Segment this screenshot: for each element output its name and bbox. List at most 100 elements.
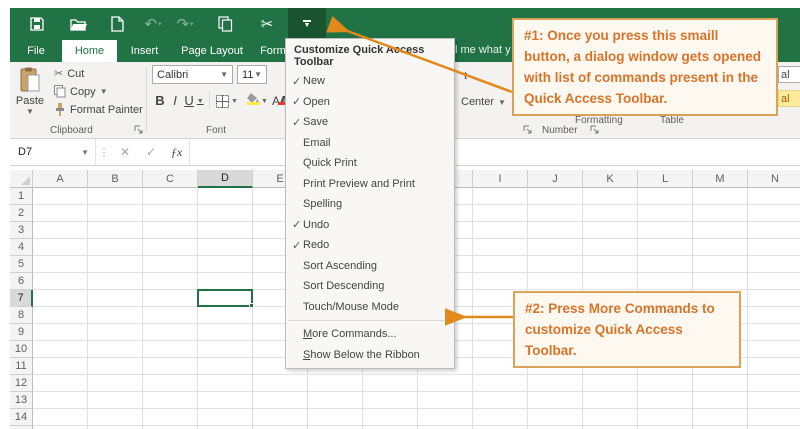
cell-N14[interactable] [748,409,800,426]
cell-K5[interactable] [583,256,638,273]
merge-center-dropdown-icon[interactable]: ▼ [498,98,506,107]
row-header-9[interactable]: 9 [10,324,33,341]
cell-A5[interactable] [33,256,88,273]
cell-N11[interactable] [748,358,800,375]
cut-button[interactable]: ✂ Cut [54,67,84,81]
cell-J5[interactable] [528,256,583,273]
cell-B10[interactable] [88,341,143,358]
row-header-2[interactable]: 2 [10,205,33,222]
cell-N10[interactable] [748,341,800,358]
column-header-L[interactable]: L [638,170,693,188]
merge-center-fragment[interactable]: Center ▼ [461,96,506,108]
menu-item-more-commands[interactable]: More Commands... [286,324,454,345]
copy-dropdown-icon[interactable]: ▼ [100,87,108,96]
column-header-A[interactable]: A [33,170,88,188]
menu-item-spelling[interactable]: Spelling [286,194,454,215]
formula-bar-resizer[interactable]: ⋮ [96,139,112,165]
cell-N13[interactable] [748,392,800,409]
name-box-dropdown-icon[interactable]: ▼ [81,148,89,157]
cell-B12[interactable] [88,375,143,392]
cell-E13[interactable] [253,392,308,409]
cell-I12[interactable] [473,375,528,392]
cell-B2[interactable] [88,205,143,222]
column-header-I[interactable]: I [473,170,528,188]
cell-M3[interactable] [693,222,748,239]
cell-D2[interactable] [198,205,253,222]
cell-C8[interactable] [143,307,198,324]
cell-C14[interactable] [143,409,198,426]
menu-item-email[interactable]: Email [286,133,454,154]
cell-L3[interactable] [638,222,693,239]
menu-item-open[interactable]: ✓ Open [286,92,454,113]
column-header-J[interactable]: J [528,170,583,188]
cell-G14[interactable] [363,409,418,426]
cell-I1[interactable] [473,188,528,205]
column-header-M[interactable]: M [693,170,748,188]
menu-item-new[interactable]: ✓ New [286,71,454,92]
font-size-combobox[interactable]: 11 ▼ [237,65,267,84]
cell-C3[interactable] [143,222,198,239]
cell-J2[interactable] [528,205,583,222]
cell-F13[interactable] [308,392,363,409]
cell-C7[interactable] [143,290,198,307]
cell-N3[interactable] [748,222,800,239]
cell-N4[interactable] [748,239,800,256]
menu-item-print-preview-and-print[interactable]: Print Preview and Print [286,174,454,195]
cell-I6[interactable] [473,273,528,290]
cell-B7[interactable] [88,290,143,307]
cell-B1[interactable] [88,188,143,205]
cell-N6[interactable] [748,273,800,290]
cell-A11[interactable] [33,358,88,375]
tell-me-box[interactable]: l me what y [455,44,517,56]
menu-item-undo[interactable]: ✓ Undo [286,215,454,236]
menu-item-save[interactable]: ✓ Save [286,112,454,133]
italic-button[interactable]: I [168,89,182,110]
paste-button[interactable]: Paste ▼ [12,64,48,126]
menu-item-touch-mouse-mode[interactable]: Touch/Mouse Mode [286,297,454,318]
cell-B13[interactable] [88,392,143,409]
cell-C12[interactable] [143,375,198,392]
save-icon[interactable] [22,8,52,40]
cell-G13[interactable] [363,392,418,409]
cell-C6[interactable] [143,273,198,290]
cell-A9[interactable] [33,324,88,341]
cell-N8[interactable] [748,307,800,324]
cut-icon[interactable]: ✂ [252,8,282,40]
cell-I14[interactable] [473,409,528,426]
cell-D5[interactable] [198,256,253,273]
cell-D3[interactable] [198,222,253,239]
cell-I3[interactable] [473,222,528,239]
cell-N9[interactable] [748,324,800,341]
clipboard-dialog-launcher-icon[interactable] [134,125,144,135]
cell-A13[interactable] [33,392,88,409]
cell-K14[interactable] [583,409,638,426]
cell-A7[interactable] [33,290,88,307]
cell-C13[interactable] [143,392,198,409]
cell-K6[interactable] [583,273,638,290]
cell-H13[interactable] [418,392,473,409]
cell-B4[interactable] [88,239,143,256]
cell-C10[interactable] [143,341,198,358]
borders-button[interactable]: ▼ [214,89,240,110]
selected-cell[interactable] [197,289,254,308]
cell-D8[interactable] [198,307,253,324]
cell-D1[interactable] [198,188,253,205]
cell-B8[interactable] [88,307,143,324]
cell-A12[interactable] [33,375,88,392]
tab-page-layout[interactable]: Page Layout [172,40,252,62]
column-header-K[interactable]: K [583,170,638,188]
cell-K4[interactable] [583,239,638,256]
cell-H14[interactable] [418,409,473,426]
customize-quick-access-toolbar-button[interactable]: ▼ [288,8,326,40]
cell-J12[interactable] [528,375,583,392]
cell-L12[interactable] [638,375,693,392]
cell-J6[interactable] [528,273,583,290]
cancel-button[interactable]: ✕ [112,139,138,165]
paste-dropdown-icon[interactable]: ▼ [26,107,34,116]
cell-F12[interactable] [308,375,363,392]
cell-J1[interactable] [528,188,583,205]
menu-item-quick-print[interactable]: Quick Print [286,153,454,174]
formula-input[interactable] [190,139,800,165]
copy-button[interactable]: Copy ▼ [54,85,108,98]
font-name-combobox[interactable]: Calibri ▼ [152,65,233,84]
